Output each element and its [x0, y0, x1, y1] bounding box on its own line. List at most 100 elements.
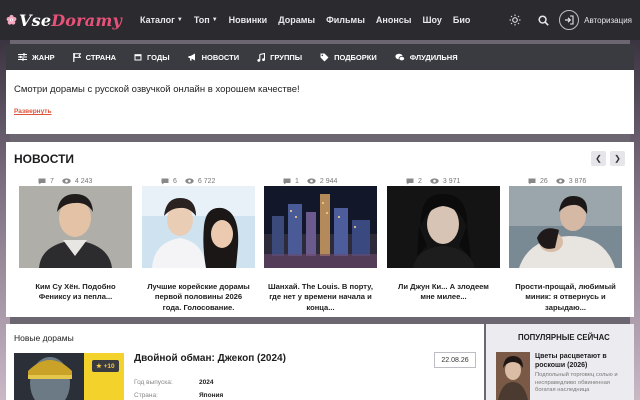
- news-meta: 6 6 722: [142, 176, 255, 186]
- sun-icon: [509, 14, 521, 26]
- theme-toggle-button[interactable]: [505, 10, 525, 30]
- popular-poster[interactable]: [496, 352, 530, 400]
- subnav-collections[interactable]: ПОДБОРКИ: [320, 53, 377, 62]
- comment-icon: [38, 178, 46, 184]
- subnav-years[interactable]: ГОДЫ: [134, 53, 170, 62]
- nav-shows[interactable]: Шоу: [422, 15, 441, 25]
- news-thumbnail: [142, 186, 255, 268]
- subnav-label: ГОДЫ: [147, 52, 170, 62]
- comment-value: 7: [50, 177, 54, 185]
- nav-label: Анонсы: [375, 15, 412, 25]
- chat-icon: [395, 53, 405, 61]
- new-dramas-section: Новые дорамы ★ +10 Двойной обман: Джекоп…: [6, 324, 484, 400]
- news-caption: Ким Су Хён. Подобно Фениксу из пепла...: [35, 282, 116, 302]
- news-meta: 1 2 944: [264, 176, 377, 186]
- nav-label: Шоу: [422, 15, 442, 25]
- sakura-logo-icon: [6, 14, 17, 25]
- subnav-genre[interactable]: ЖАНР: [18, 53, 55, 62]
- drama-title[interactable]: Двойной обман: Джекоп (2024): [134, 353, 286, 364]
- subnav-label: НОВОСТИ: [201, 52, 240, 62]
- news-thumbnail: [19, 186, 132, 268]
- subnav-label: ПОДБОРКИ: [334, 52, 377, 62]
- eye-icon: [556, 178, 565, 184]
- news-card[interactable]: 6 6 722 Лучшие корейские дорамы первой п…: [142, 176, 255, 313]
- comment-icon: [283, 178, 291, 184]
- view-value: 2 944: [319, 177, 338, 185]
- tag-icon: [320, 53, 329, 61]
- comment-icon: [161, 178, 169, 184]
- nav-films[interactable]: Фильмы: [326, 15, 365, 25]
- subnav-label: ЖАНР: [32, 52, 55, 62]
- news-card[interactable]: 1 2 944 Шанхай. The Louis. В порту, где …: [264, 176, 377, 313]
- news-next-button[interactable]: ❯: [610, 151, 625, 166]
- news-card[interactable]: 26 3 876 Прости-прощай, любимый миник: я…: [509, 176, 622, 313]
- subnav-country[interactable]: СТРАНА: [72, 52, 117, 62]
- top-nav: Каталог ▼ Топ ▼ Новинки Дорамы Фильмы Анон…: [140, 15, 481, 25]
- news-thumbnail: [509, 186, 622, 268]
- news-meta: 26 3 876: [509, 176, 622, 186]
- rating-badge: ★ +10: [92, 360, 119, 372]
- nav-catalog[interactable]: Каталог ▼: [140, 15, 183, 25]
- top-header: VseDoramy Каталог ▼ Топ ▼ Новинки Дорамы Ф…: [0, 0, 640, 40]
- site-logo[interactable]: VseDoramy: [6, 6, 122, 34]
- view-count: 3 971: [430, 177, 461, 185]
- logo-prefix: Vse: [19, 10, 52, 30]
- nav-dramas[interactable]: Дорамы: [278, 15, 315, 25]
- login-label[interactable]: Авторизация: [584, 16, 632, 25]
- subnav-groups[interactable]: ГРУППЫ: [257, 52, 303, 62]
- login-icon: [565, 15, 574, 25]
- expand-link[interactable]: Развернуть: [14, 108, 51, 115]
- nav-new[interactable]: Новинки: [229, 15, 268, 25]
- login-button[interactable]: [559, 10, 580, 30]
- comment-count: 26: [528, 178, 548, 185]
- nav-label: Био: [452, 15, 471, 25]
- news-caption: Лучшие корейские дорамы первой половины …: [147, 282, 250, 312]
- nav-label: Топ: [193, 15, 210, 25]
- comment-count: 1: [283, 178, 299, 185]
- chevron-left-icon: ❮: [595, 154, 602, 163]
- drama-date: 22.08.26: [434, 352, 476, 368]
- comment-value: 2: [418, 177, 422, 185]
- subnav-label: СТРАНА: [85, 52, 117, 62]
- subnav-label: ГРУППЫ: [270, 52, 303, 62]
- nav-announcements[interactable]: Анонсы: [376, 15, 412, 25]
- news-title: НОВОСТИ: [14, 152, 75, 166]
- news-card[interactable]: 2 3 971 Ли Джун Ки... А злодеем мне миле…: [387, 176, 500, 303]
- subnav-flood[interactable]: ФЛУДИЛЬНЯ: [395, 53, 458, 62]
- popular-drama-description: Подпольный торговец солью и несправедлив…: [535, 372, 618, 394]
- row-value[interactable]: Япония: [199, 392, 223, 399]
- intro-text: Смотри дорамы с русской озвучкой онлайн …: [14, 84, 300, 95]
- news-card[interactable]: 7 4 243 Ким Су Хён. Подобно Фениксу из п…: [19, 176, 132, 303]
- comment-count: 2: [406, 178, 422, 185]
- drama-country-row: Страна: Япония: [134, 392, 223, 399]
- view-count: 3 876: [556, 177, 587, 185]
- comment-value: 1: [295, 177, 299, 185]
- news-meta: 7 4 243: [19, 176, 132, 186]
- category-nav: ЖАНР СТРАНА ГОДЫ НОВОСТИ ГРУППЫ ПОДБОРКИ…: [6, 44, 634, 70]
- caret-down-icon: ▼: [176, 17, 183, 23]
- popular-now-section: ПОПУЛЯРНЫЕ СЕЙЧАС Цветы расцветают в рос…: [486, 324, 634, 400]
- nav-label: Новинки: [228, 15, 268, 25]
- popular-drama-title[interactable]: Цветы расцветают в роскоши (2026): [535, 352, 629, 370]
- view-value: 6 722: [197, 177, 216, 185]
- nav-label: Фильмы: [326, 15, 365, 25]
- news-meta: 2 3 971: [387, 176, 500, 186]
- news-prev-button[interactable]: ❮: [591, 151, 606, 166]
- nav-top[interactable]: Топ ▼: [194, 15, 218, 25]
- view-value: 3 876: [568, 177, 587, 185]
- caret-down-icon: ▼: [211, 17, 218, 23]
- eye-icon: [62, 178, 71, 184]
- header-actions: Авторизация: [505, 0, 632, 40]
- megaphone-icon: [188, 53, 195, 61]
- news-caption: Прости-прощай, любимый миник: я отвернус…: [515, 282, 616, 312]
- comment-value: 6: [173, 177, 177, 185]
- nav-label: Дорамы: [278, 15, 316, 25]
- news-thumbnail: [264, 186, 377, 268]
- view-value: 3 971: [442, 177, 461, 185]
- news-caption: Ли Джун Ки... А злодеем мне милее...: [398, 282, 489, 302]
- nav-label: Каталог: [140, 15, 175, 25]
- subnav-news[interactable]: НОВОСТИ: [188, 52, 240, 62]
- search-button[interactable]: [533, 10, 553, 30]
- nav-bio[interactable]: Био: [453, 15, 471, 25]
- intro-panel: Смотри дорамы с русской озвучкой онлайн …: [6, 70, 634, 134]
